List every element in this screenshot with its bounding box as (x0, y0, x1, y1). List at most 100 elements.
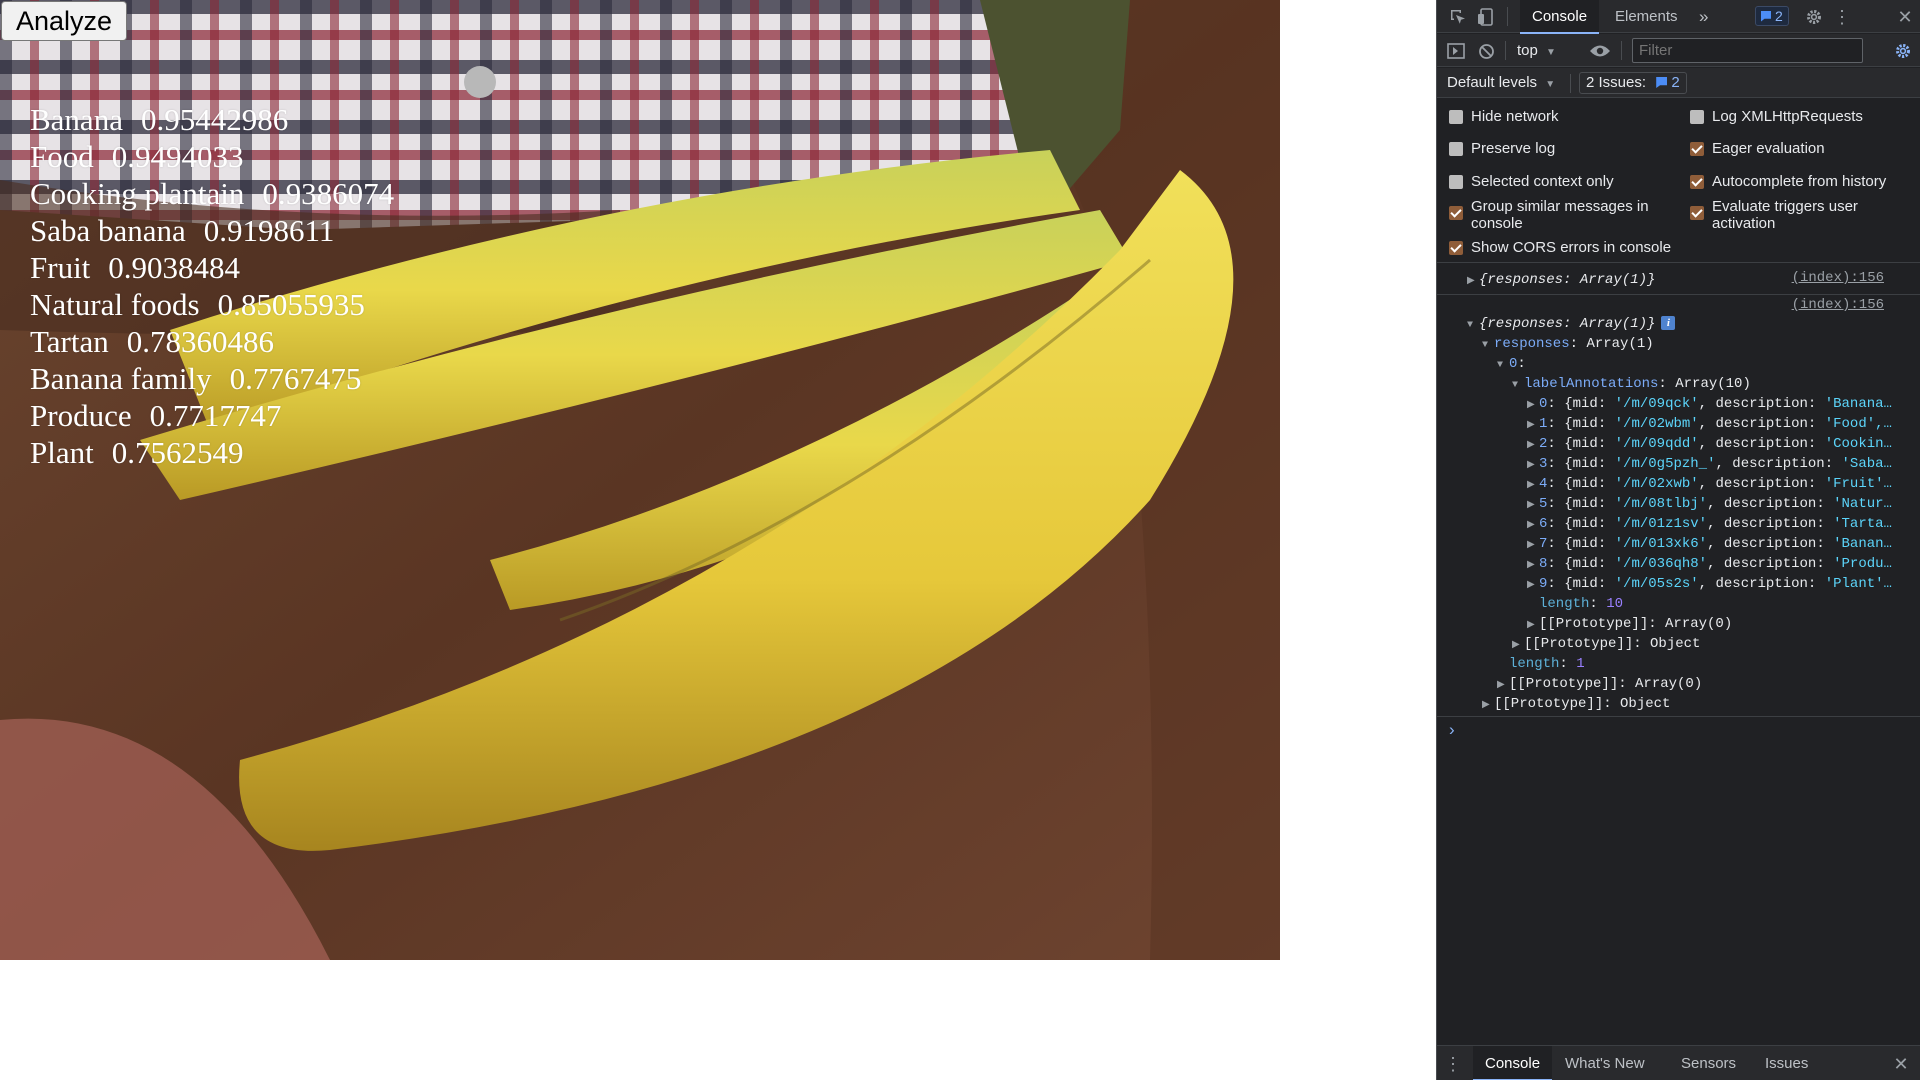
label-score: 0.9038484 (108, 250, 241, 285)
expand-arrow-icon[interactable]: ▶ (1527, 519, 1539, 531)
annotation-entry[interactable]: ▶ 7: {mid: '/m/013xk6', description: 'Ban… (1527, 536, 1892, 552)
label-result: Produce 0.7717747 (30, 397, 394, 434)
collapse-arrow-icon[interactable]: ▼ (1512, 380, 1524, 391)
drawer-tab-whats-new[interactable]: What's New (1553, 1046, 1657, 1080)
expand-arrow-icon[interactable]: ▶ (1497, 679, 1509, 691)
annotation-entry[interactable]: ▶ 2: {mid: '/m/09qdd', description: 'Cook… (1527, 436, 1892, 452)
annotation-entry[interactable]: ▶ 1: {mid: '/m/02wbm', description: 'Food… (1527, 416, 1892, 432)
description-key: description (1723, 516, 1817, 532)
console-settings-gear-icon[interactable] (1891, 39, 1915, 63)
console-prompt[interactable]: › (1449, 720, 1455, 740)
expand-arrow-icon[interactable]: ▶ (1527, 399, 1539, 411)
tab-console[interactable]: Console (1520, 0, 1600, 34)
drawer-tab-console[interactable]: Console (1473, 1046, 1553, 1080)
drawer-tab-issues[interactable]: Issues (1753, 1046, 1820, 1080)
checkbox-box[interactable] (1690, 206, 1704, 220)
responses-row[interactable]: ▼ responses: Array(1) (1482, 336, 1654, 352)
annotation-entry[interactable]: ▶ 3: {mid: '/m/0g5pzh_', description: 'Sa… (1527, 456, 1892, 472)
checkbox-box[interactable] (1690, 110, 1704, 124)
annotation-entry[interactable]: ▶ 8: {mid: '/m/036qh8', description: 'Pro… (1527, 556, 1892, 572)
entry-mid: '/m/08tlbj' (1614, 496, 1708, 512)
filter-input[interactable] (1632, 38, 1863, 63)
log-source-link[interactable]: (index):156 (1792, 270, 1884, 286)
preserve-log-checkbox[interactable]: Preserve log (1449, 140, 1555, 157)
expand-arrow-icon[interactable]: ▶ (1527, 419, 1539, 431)
checkbox-box[interactable] (1690, 175, 1704, 189)
drawer-menu-icon[interactable]: ⋮ (1444, 1052, 1462, 1076)
more-options-icon[interactable]: ⋮ (1833, 5, 1851, 29)
label-result: Tartan 0.78360486 (30, 323, 394, 360)
expand-arrow-icon[interactable]: ▶ (1527, 479, 1539, 491)
context-selector[interactable]: top ▼ (1517, 42, 1556, 59)
collapse-arrow-icon[interactable]: ▼ (1467, 320, 1479, 331)
entry-description: 'Produ… (1833, 556, 1892, 572)
annotation-entry[interactable]: ▶ 5: {mid: '/m/08tlbj', description: 'Nat… (1527, 496, 1892, 512)
selected-context-checkbox[interactable]: Selected context only (1449, 173, 1614, 190)
expand-arrow-icon[interactable]: ▶ (1482, 699, 1494, 711)
prototype-object-row[interactable]: ▶ [[Prototype]]: Object (1482, 696, 1670, 712)
label-score: 0.95442986 (140, 102, 289, 137)
evaluate-triggers-checkbox[interactable]: Evaluate triggers user activation (1690, 198, 1900, 232)
issues-badge-count: 2 (1775, 8, 1783, 24)
log-levels-dropdown[interactable]: Default levels ▼ (1447, 74, 1555, 91)
prototype-array-row[interactable]: ▶ [[Prototype]]: Array(0) (1497, 676, 1702, 692)
entry-index: 9 (1539, 576, 1548, 592)
property-text: [[Prototype]]: Object (1494, 696, 1671, 712)
entry-mid: '/m/0g5pzh_' (1614, 456, 1716, 472)
expand-arrow-icon[interactable]: ▶ (1467, 275, 1479, 287)
annotation-entry[interactable]: ▶ 0: {mid: '/m/09qck', description: 'Bana… (1527, 396, 1892, 412)
collapse-arrow-icon[interactable]: ▼ (1482, 340, 1494, 351)
console-log-collapsed[interactable]: ▶ {responses: Array(1)} (1467, 272, 1655, 288)
expand-arrow-icon[interactable]: ▶ (1527, 559, 1539, 571)
info-icon[interactable]: i (1661, 316, 1676, 331)
checkbox-box[interactable] (1449, 142, 1463, 156)
annotation-entry[interactable]: ▶ 4: {mid: '/m/02xwb', description: 'Frui… (1527, 476, 1892, 492)
show-cors-checkbox[interactable]: Show CORS errors in console (1449, 239, 1671, 256)
log-source-link[interactable]: (index):156 (1792, 297, 1884, 313)
log-object-summary: {responses: Array(1)} (1479, 272, 1656, 288)
drawer-tab-sensors[interactable]: Sensors (1669, 1046, 1748, 1080)
expand-arrow-icon[interactable]: ▶ (1527, 539, 1539, 551)
checkbox-box[interactable] (1449, 206, 1463, 220)
issues-button-label: 2 Issues: (1586, 74, 1647, 91)
collapse-arrow-icon[interactable]: ▼ (1497, 360, 1509, 371)
index-zero-row[interactable]: ▼ 0: (1497, 356, 1526, 372)
autocomplete-history-checkbox[interactable]: Autocomplete from history (1690, 173, 1886, 190)
log-xhr-checkbox[interactable]: Log XMLHttpRequests (1690, 108, 1863, 125)
label-annotations-row[interactable]: ▼ labelAnnotations: Array(10) (1512, 376, 1751, 392)
group-similar-checkbox[interactable]: Group similar messages in console (1449, 198, 1669, 232)
prototype-object-row[interactable]: ▶ [[Prototype]]: Object (1512, 636, 1700, 652)
hide-network-checkbox[interactable]: Hide network (1449, 108, 1559, 125)
issues-badge[interactable]: 2 (1755, 6, 1789, 26)
sidebar-toggle-icon[interactable] (1445, 40, 1467, 62)
close-drawer-icon[interactable]: ✕ (1889, 1052, 1913, 1076)
prototype-array-row[interactable]: ▶ [[Prototype]]: Array(0) (1527, 616, 1732, 632)
clear-console-icon[interactable] (1475, 40, 1497, 62)
expand-arrow-icon[interactable]: ▶ (1527, 619, 1539, 631)
live-expression-eye-icon[interactable] (1587, 39, 1613, 63)
expand-arrow-icon[interactable]: ▶ (1512, 639, 1524, 651)
expand-arrow-icon[interactable]: ▶ (1527, 459, 1539, 471)
checkbox-box[interactable] (1449, 175, 1463, 189)
close-devtools-icon[interactable]: ✕ (1893, 5, 1917, 29)
label-name: Banana (30, 102, 123, 137)
entry-mid: '/m/02xwb' (1614, 476, 1699, 492)
issues-button[interactable]: 2 Issues: 2 (1579, 72, 1687, 94)
inspect-element-icon[interactable] (1447, 6, 1469, 28)
annotation-entry[interactable]: ▶ 6: {mid: '/m/01z1sv', description: 'Tar… (1527, 516, 1892, 532)
annotation-entry[interactable]: ▶ 9: {mid: '/m/05s2s', description: 'Plan… (1527, 576, 1892, 592)
checkbox-box[interactable] (1449, 241, 1463, 255)
eager-evaluation-checkbox[interactable]: Eager evaluation (1690, 140, 1825, 157)
analyze-button[interactable]: Analyze (1, 1, 128, 41)
checkbox-box[interactable] (1449, 110, 1463, 124)
settings-gear-icon[interactable] (1802, 5, 1826, 29)
console-log-expanded[interactable]: ▼ {responses: Array(1)} i (1467, 316, 1676, 332)
device-toolbar-icon[interactable] (1475, 6, 1497, 28)
expand-arrow-icon[interactable]: ▶ (1527, 499, 1539, 511)
expand-arrow-icon[interactable]: ▶ (1527, 579, 1539, 591)
tab-elements[interactable]: Elements (1603, 0, 1690, 33)
expand-arrow-icon[interactable]: ▶ (1527, 439, 1539, 451)
entry-index: 5 (1539, 496, 1548, 512)
more-tabs-button[interactable]: » (1693, 0, 1714, 33)
checkbox-box[interactable] (1690, 142, 1704, 156)
